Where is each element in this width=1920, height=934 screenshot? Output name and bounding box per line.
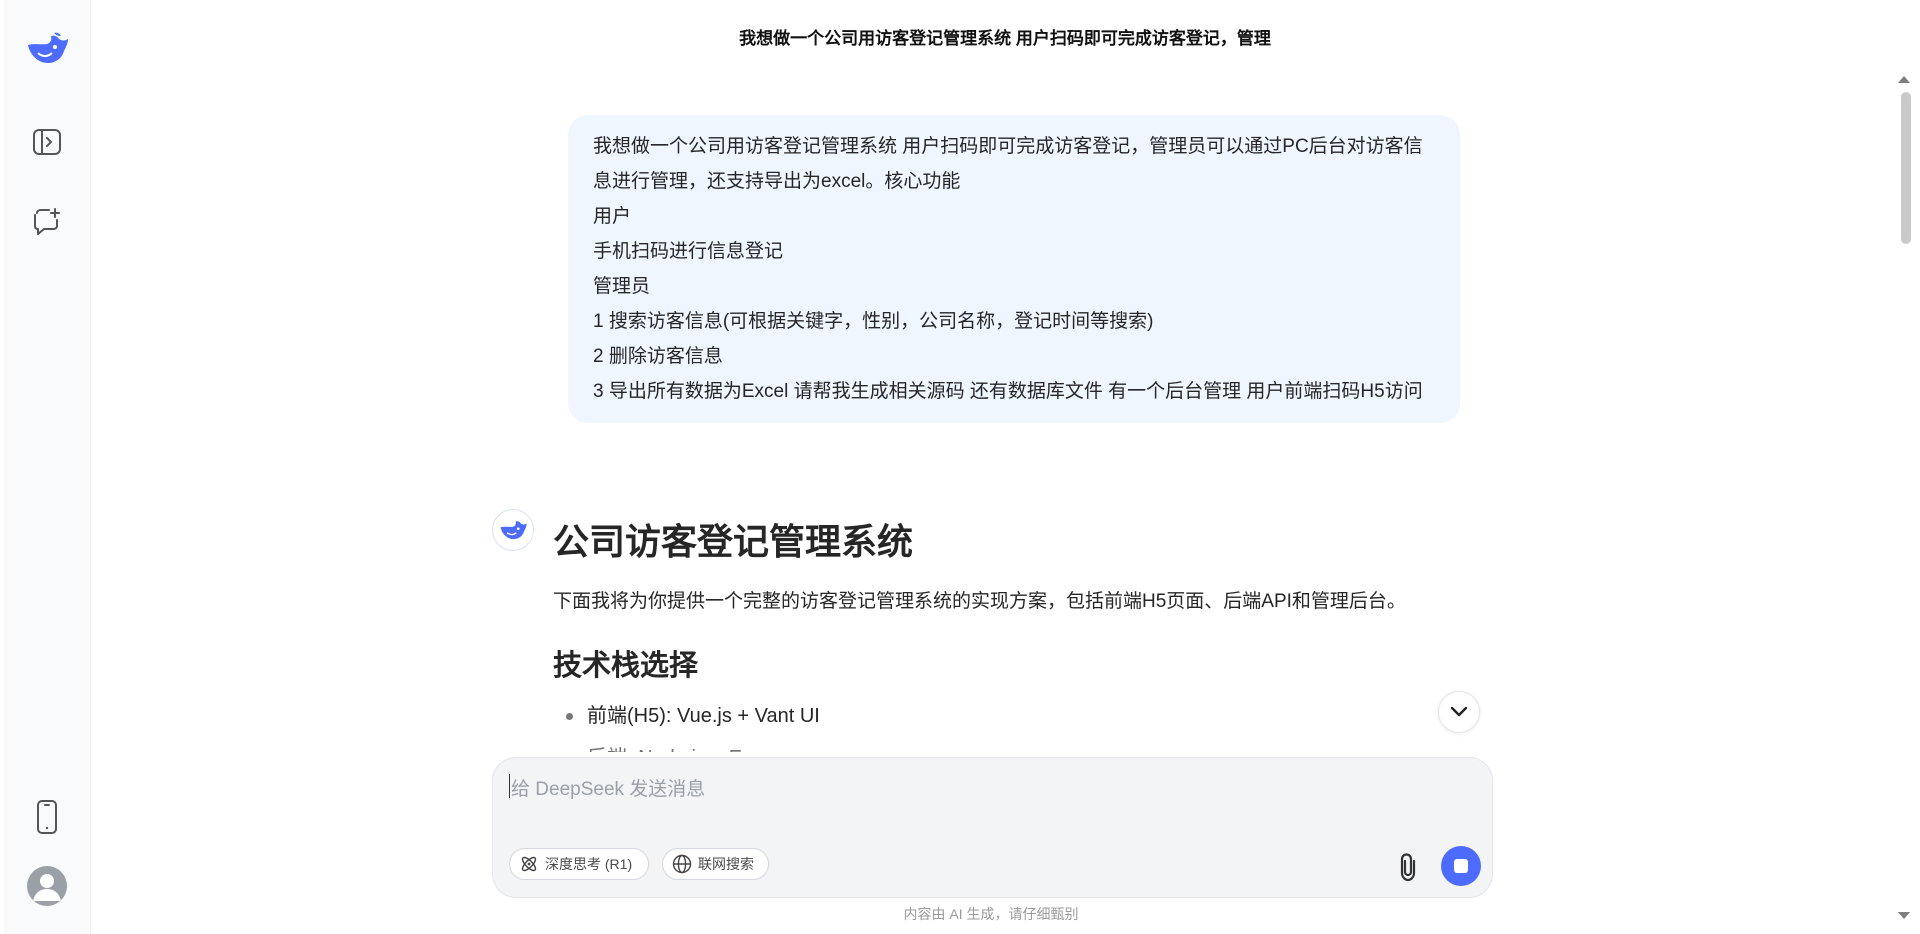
user-message-line: 1 搜索访客信息(可根据关键字，性别，公司名称，登记时间等搜索) <box>593 311 1154 332</box>
web-search-toggle[interactable]: 联网搜索 <box>662 848 769 880</box>
paperclip-icon <box>1400 853 1416 882</box>
message-composer[interactable]: 给 DeepSeek 发送消息 深度思考 (R1) 联网搜索 <box>492 757 1493 898</box>
user-message-line: 管理员 <box>593 276 651 297</box>
message-input[interactable]: 给 DeepSeek 发送消息 <box>511 774 705 801</box>
stop-square-icon <box>1454 859 1468 873</box>
user-message-line: 2 删除访客信息 <box>593 346 723 367</box>
sidebar-toggle-icon[interactable] <box>27 122 67 162</box>
scrollbar-up-arrow-icon[interactable] <box>1898 76 1910 83</box>
assistant-avatar-icon <box>492 509 534 551</box>
user-avatar-icon[interactable] <box>27 866 67 906</box>
scroll-to-bottom-button[interactable] <box>1438 691 1480 733</box>
user-message-bubble: 我想做一个公司用访客登记管理系统 用户扫码即可完成访客登记，管理员可以通过PC后… <box>568 115 1460 423</box>
web-search-label: 联网搜索 <box>698 856 754 872</box>
atom-icon <box>521 856 537 872</box>
user-message-line: 我想做一个公司用访客登记管理系统 用户扫码即可完成访客登记，管理员可以通过PC后… <box>593 136 1423 192</box>
deep-think-label: 深度思考 (R1) <box>545 856 633 872</box>
assistant-section-heading: 技术栈选择 <box>553 650 699 682</box>
list-item: 前端(H5): Vue.js + Vant UI <box>553 702 820 744</box>
deep-think-toggle[interactable]: 深度思考 (R1) <box>509 848 649 880</box>
user-message-line: 3 导出所有数据为Excel 请帮我生成相关源码 还有数据库文件 有一个后台管理… <box>593 381 1423 402</box>
new-chat-icon[interactable] <box>27 202 67 242</box>
scrollbar-thumb[interactable] <box>1901 92 1911 244</box>
attach-file-button[interactable] <box>1393 850 1425 884</box>
assistant-heading: 公司访客登记管理系统 <box>553 521 914 562</box>
text-caret <box>509 774 510 798</box>
stop-generating-button[interactable] <box>1441 846 1481 886</box>
user-message-line: 用户 <box>593 206 632 227</box>
user-message-line: 手机扫码进行信息登记 <box>593 241 784 262</box>
sidebar <box>4 0 91 934</box>
ai-disclaimer: 内容由 AI 生成，请仔细甄别 <box>903 906 1079 922</box>
chevron-down-icon <box>1450 706 1468 717</box>
globe-icon <box>672 854 692 874</box>
conversation-title: 我想做一个公司用访客登记管理系统 用户扫码即可完成访客登记，管理 <box>739 29 1271 48</box>
assistant-intro-text: 下面我将为你提供一个完整的访客登记管理系统的实现方案，包括前端H5页面、后端AP… <box>553 591 1406 612</box>
mobile-app-icon[interactable] <box>27 795 67 839</box>
